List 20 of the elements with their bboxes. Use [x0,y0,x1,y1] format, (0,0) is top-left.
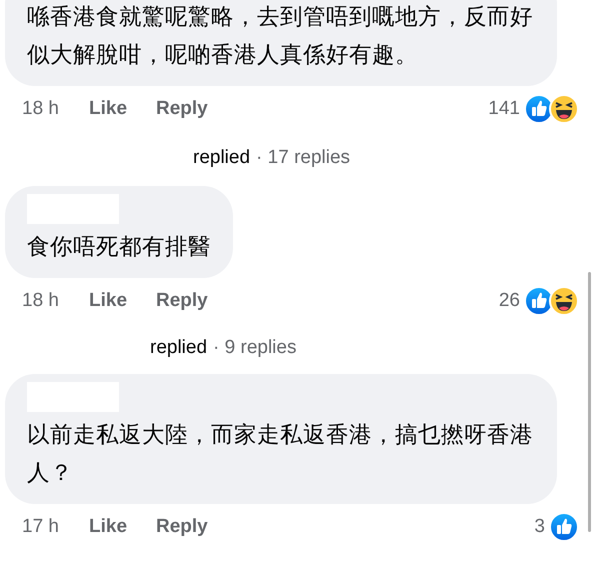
reply-count[interactable]: · 17 replies [256,144,350,172]
reply-link[interactable]: Reply [156,512,208,542]
reply-link[interactable]: Reply [156,94,208,124]
comment-text: 以前走私返大陸，而家走私返香港，搞乜撚呀香港人？ [27,421,534,487]
replied-label[interactable]: replied [150,334,208,362]
like-link[interactable]: Like [89,512,156,542]
scrollbar[interactable] [588,272,591,532]
timestamp: 18 h [22,288,60,313]
like-link[interactable]: Like [89,94,156,124]
reaction-count[interactable]: 3 [534,512,545,542]
reply-count[interactable]: · 9 replies [213,334,296,362]
comment-text: 喺香港食就驚呢驚略，去到管唔到嘅地方，反而好似大解脫咁，呢啲香港人真係好有趣。 [27,3,534,69]
like-link[interactable]: Like [89,286,156,316]
reaction-count[interactable]: 141 [488,94,520,124]
replied-label[interactable]: replied [193,144,250,172]
reaction-count[interactable]: 26 [498,286,520,316]
timestamp: 18 h [22,96,60,121]
reply-link[interactable]: Reply [156,286,208,316]
comment-text: 食你唔死都有排醫 [27,233,211,261]
timestamp: 17 h [22,514,60,539]
